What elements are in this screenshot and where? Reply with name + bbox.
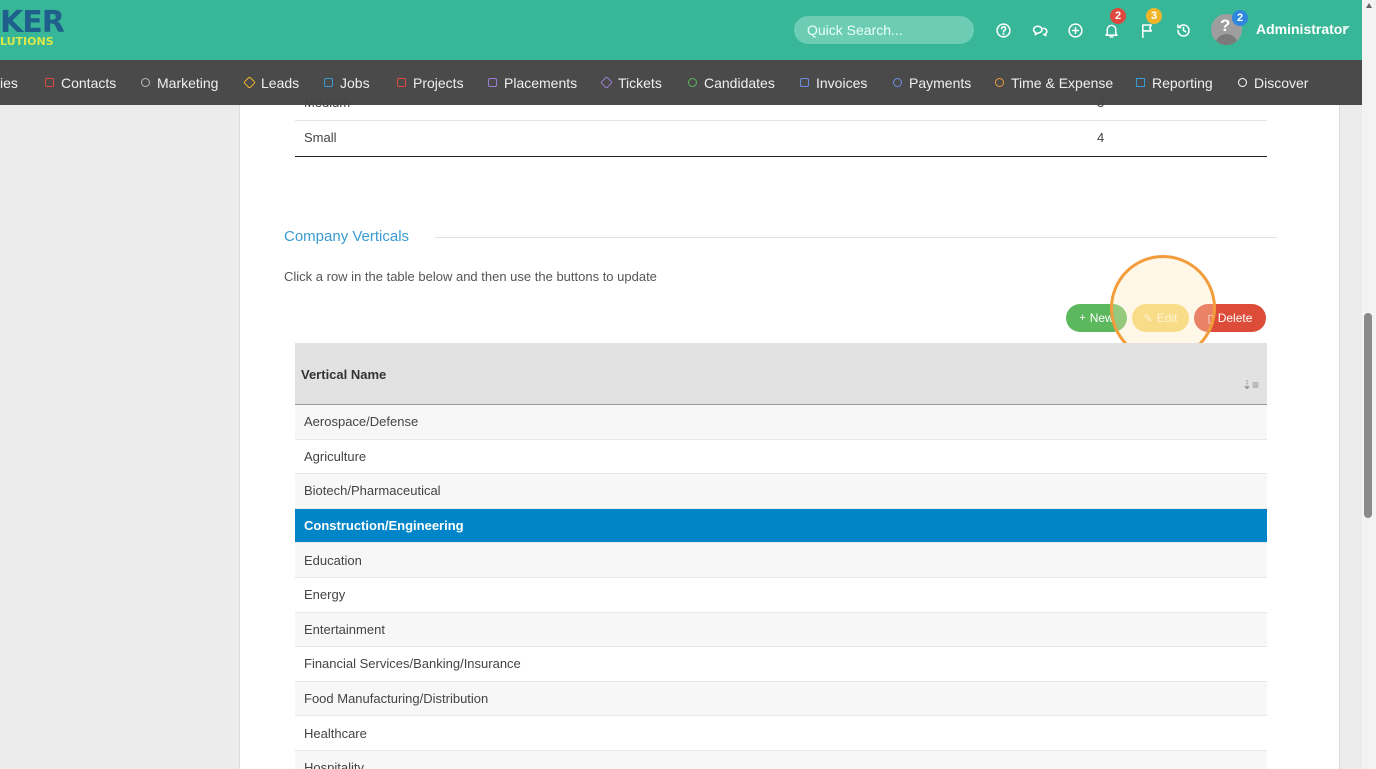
projects-icon xyxy=(397,78,406,87)
user-menu[interactable]: Administrator xyxy=(1256,21,1348,37)
edit-button[interactable]: ✎ Edit xyxy=(1132,304,1189,332)
table-row[interactable]: Biotech/Pharmaceutical xyxy=(295,474,1267,509)
discover-icon xyxy=(1238,78,1247,87)
table-row[interactable]: Medium 3 xyxy=(295,95,1267,121)
new-button[interactable]: + New xyxy=(1066,304,1127,332)
table-row[interactable]: Entertainment xyxy=(295,612,1267,648)
tickets-icon xyxy=(600,76,613,89)
help-icon[interactable] xyxy=(993,20,1013,40)
chevron-down-icon[interactable] xyxy=(1342,26,1350,30)
jobs-icon xyxy=(324,78,333,87)
table-row[interactable]: Small 4 xyxy=(295,121,1267,157)
table-row[interactable]: Aerospace/Defense xyxy=(295,405,1267,440)
bell-icon[interactable]: 2 xyxy=(1101,8,1126,40)
table-row[interactable]: Food Manufacturing/Distribution xyxy=(295,681,1267,717)
chat-icon[interactable] xyxy=(1029,20,1049,40)
logo-line-1: KER xyxy=(0,5,65,40)
delete-button[interactable]: ▯ Delete xyxy=(1194,304,1266,332)
payments-icon xyxy=(893,78,902,87)
table-row[interactable]: Financial Services/Banking/Insurance xyxy=(295,647,1267,682)
table-row-selected[interactable]: Construction/Engineering xyxy=(295,508,1267,544)
sort-icon[interactable]: ⇣≡ xyxy=(1242,378,1259,392)
edit-button-label: Edit xyxy=(1156,311,1178,325)
nav-item-label: Marketing xyxy=(157,74,219,91)
content-panel: Medium 3 Small 4 Company Verticals Click… xyxy=(239,95,1340,769)
nav-item-leads[interactable]: Leads xyxy=(243,60,300,105)
size-name: Medium xyxy=(304,95,351,110)
history-icon[interactable] xyxy=(1173,20,1193,40)
nav-item-label: Jobs xyxy=(340,74,370,91)
plus-icon: + xyxy=(1079,312,1086,324)
contacts-icon xyxy=(45,78,54,87)
candidates-icon xyxy=(688,78,697,87)
table-header[interactable]: Vertical Name ⇣≡ xyxy=(295,343,1267,405)
quick-search-input[interactable]: Quick Search... xyxy=(794,16,974,44)
pencil-icon: ✎ xyxy=(1143,312,1153,325)
table-row[interactable]: Education xyxy=(295,543,1267,578)
table-row[interactable]: Healthcare xyxy=(295,716,1267,751)
marketing-icon xyxy=(141,78,150,87)
nav-item-marketing[interactable]: Marketing xyxy=(141,60,218,105)
nav-item-label: Tickets xyxy=(618,74,662,91)
placements-icon xyxy=(488,78,497,87)
section-title: Company Verticals xyxy=(284,228,410,245)
nav-item-contacts[interactable]: Contacts xyxy=(45,60,116,105)
scrollbar-thumb[interactable] xyxy=(1364,313,1372,518)
instructions-text: Click a row in the table below and then … xyxy=(284,269,657,284)
invoices-icon xyxy=(800,78,809,87)
flag-icon[interactable]: 3 xyxy=(1137,8,1162,40)
notification-count-badge: 2 xyxy=(1110,8,1126,24)
nav-item-companies[interactable]: ies xyxy=(0,60,18,105)
scroll-up-arrow-icon[interactable] xyxy=(1366,3,1372,8)
reporting-icon xyxy=(1136,78,1145,87)
nav-item-label: Payments xyxy=(909,74,972,91)
avatar-badge: 2 xyxy=(1232,10,1248,26)
table-row[interactable]: Agriculture xyxy=(295,440,1267,475)
time-expense-icon xyxy=(995,78,1004,87)
table-row[interactable]: Energy xyxy=(295,578,1267,613)
avatar-placeholder-icon: ? xyxy=(1220,16,1231,35)
column-header-vertical-name: Vertical Name xyxy=(301,367,387,382)
nav-item-label: Projects xyxy=(413,74,464,91)
flag-count-badge: 3 xyxy=(1146,8,1162,24)
nav-item-label: Discover xyxy=(1254,74,1309,91)
trash-icon: ▯ xyxy=(1207,312,1214,325)
add-circle-icon[interactable] xyxy=(1065,20,1085,40)
nav-item-label: ies xyxy=(0,74,18,91)
nav-item-label: Reporting xyxy=(1152,74,1213,91)
delete-button-label: Delete xyxy=(1217,311,1253,325)
size-name: Small xyxy=(304,130,337,145)
nav-item-label: Candidates xyxy=(704,74,775,91)
top-bar: KER LUTIONS Quick Search... 2 3 ? 2 Admi… xyxy=(0,0,1376,60)
size-value: 3 xyxy=(1097,95,1105,110)
new-button-label: New xyxy=(1089,311,1114,325)
section-divider xyxy=(435,237,1277,238)
nav-item-label: Leads xyxy=(261,74,300,91)
nav-item-label: Placements xyxy=(504,74,578,91)
nav-item-label: Invoices xyxy=(816,74,868,91)
brand-logo[interactable]: KER LUTIONS xyxy=(0,5,65,48)
nav-item-label: Time & Expense xyxy=(1011,74,1114,91)
leads-icon xyxy=(243,76,256,89)
table-row[interactable]: Hospitality xyxy=(295,750,1267,769)
nav-item-label: Contacts xyxy=(61,74,117,91)
verticals-table: Vertical Name ⇣≡ Aerospace/Defense Agric… xyxy=(295,343,1267,769)
size-value: 4 xyxy=(1097,130,1105,145)
page-scrollbar[interactable] xyxy=(1362,0,1376,769)
